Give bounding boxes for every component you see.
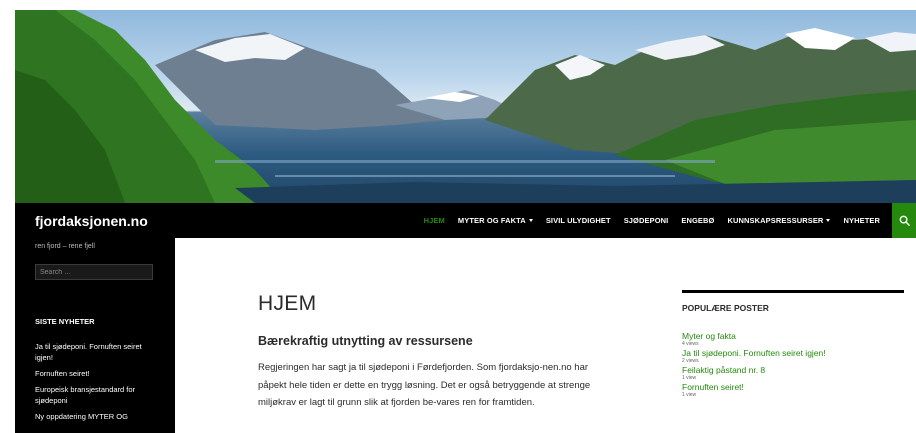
popular-post-link[interactable]: Fornuften seiret! [682, 382, 904, 392]
recent-news-link[interactable]: Ny oppdatering MYTER OG [35, 411, 160, 422]
primary-navigation: HJEM MYTER OG FAKTA SIVIL ULYDIGHET SJØD… [411, 203, 880, 238]
list-item: Ja til sjødeponi. Fornuften seiret igjen… [682, 348, 904, 364]
article-heading: Bærekraftig utnytting av ressursene [258, 334, 473, 348]
nav-item-label: KUNNSKAPSRESSURSER [727, 216, 824, 225]
nav-item-myter-og-fakta[interactable]: MYTER OG FAKTA [458, 216, 533, 225]
popular-posts-heading: POPULÆRE POSTER [682, 303, 769, 313]
nav-item-label: SJØDEPONI [623, 216, 669, 225]
nav-item-label: NYHETER [843, 216, 880, 225]
nav-item-label: MYTER OG FAKTA [457, 216, 526, 225]
popular-posts-widget: POPULÆRE POSTER Myter og fakta 4 views J… [682, 290, 904, 399]
search-icon [899, 215, 910, 226]
search-input[interactable] [35, 264, 153, 280]
nav-item-sivil-ulydighet[interactable]: SIVIL ULYDIGHET [546, 216, 611, 225]
popular-post-link[interactable]: Feilaktig påstand nr. 8 [682, 365, 904, 375]
left-sidebar: ren fjord – rene fjell SISTE NYHETER Ja … [15, 238, 175, 433]
list-item: Fornuften seiret! 1 view [682, 382, 904, 398]
nav-item-nyheter[interactable]: NYHETER [843, 216, 880, 225]
recent-news-link[interactable]: Europeisk bransjestandard for sjødeponi [35, 384, 160, 406]
post-view-count: 1 view [682, 392, 697, 398]
post-view-count: 1 view [682, 375, 697, 381]
popular-posts-list: Myter og fakta 4 views Ja til sjødeponi.… [682, 331, 904, 398]
nav-item-kunnskapsressurser[interactable]: KUNNSKAPSRESSURSER [727, 216, 831, 225]
search-toggle-button[interactable] [892, 203, 916, 238]
nav-item-label: HJEM [423, 216, 445, 225]
site-tagline: ren fjord – rene fjell [35, 243, 95, 250]
nav-item-engebo[interactable]: ENGEBØ [681, 216, 714, 225]
page-title: HJEM [258, 292, 317, 315]
page: fjordaksjonen.no HJEM MYTER OG FAKTA SIV… [0, 0, 916, 433]
article-body: Regjeringen har sagt ja til sjødeponi i … [258, 362, 591, 408]
list-item: Feilaktig påstand nr. 8 1 view [682, 365, 904, 381]
nav-item-sjodeponi[interactable]: SJØDEPONI [624, 216, 669, 225]
site-title[interactable]: fjordaksjonen.no [35, 213, 148, 229]
list-item: Myter og fakta 4 views [682, 331, 904, 347]
header-image[interactable] [15, 10, 916, 203]
nav-item-label: SIVIL ULYDIGHET [545, 216, 611, 225]
recent-news-list: Ja til sjødeponi. Fornuften seiret igjen… [35, 341, 160, 427]
caret-down-icon [528, 219, 533, 222]
site-header: fjordaksjonen.no HJEM MYTER OG FAKTA SIV… [15, 203, 916, 238]
nav-item-label: ENGEBØ [681, 216, 715, 225]
nav-item-hjem[interactable]: HJEM [424, 216, 445, 225]
popular-post-link[interactable]: Ja til sjødeponi. Fornuften seiret igjen… [682, 348, 904, 358]
post-view-count: 4 views [682, 341, 699, 347]
recent-news-link[interactable]: Fornuften seiret! [35, 368, 160, 379]
caret-down-icon [826, 219, 831, 222]
recent-news-link[interactable]: Ja til sjødeponi. Fornuften seiret igjen… [35, 341, 160, 363]
popular-post-link[interactable]: Myter og fakta [682, 331, 904, 341]
post-view-count: 2 views [682, 358, 699, 364]
header-landscape-illustration [15, 10, 916, 203]
recent-news-heading: SISTE NYHETER [35, 317, 95, 326]
